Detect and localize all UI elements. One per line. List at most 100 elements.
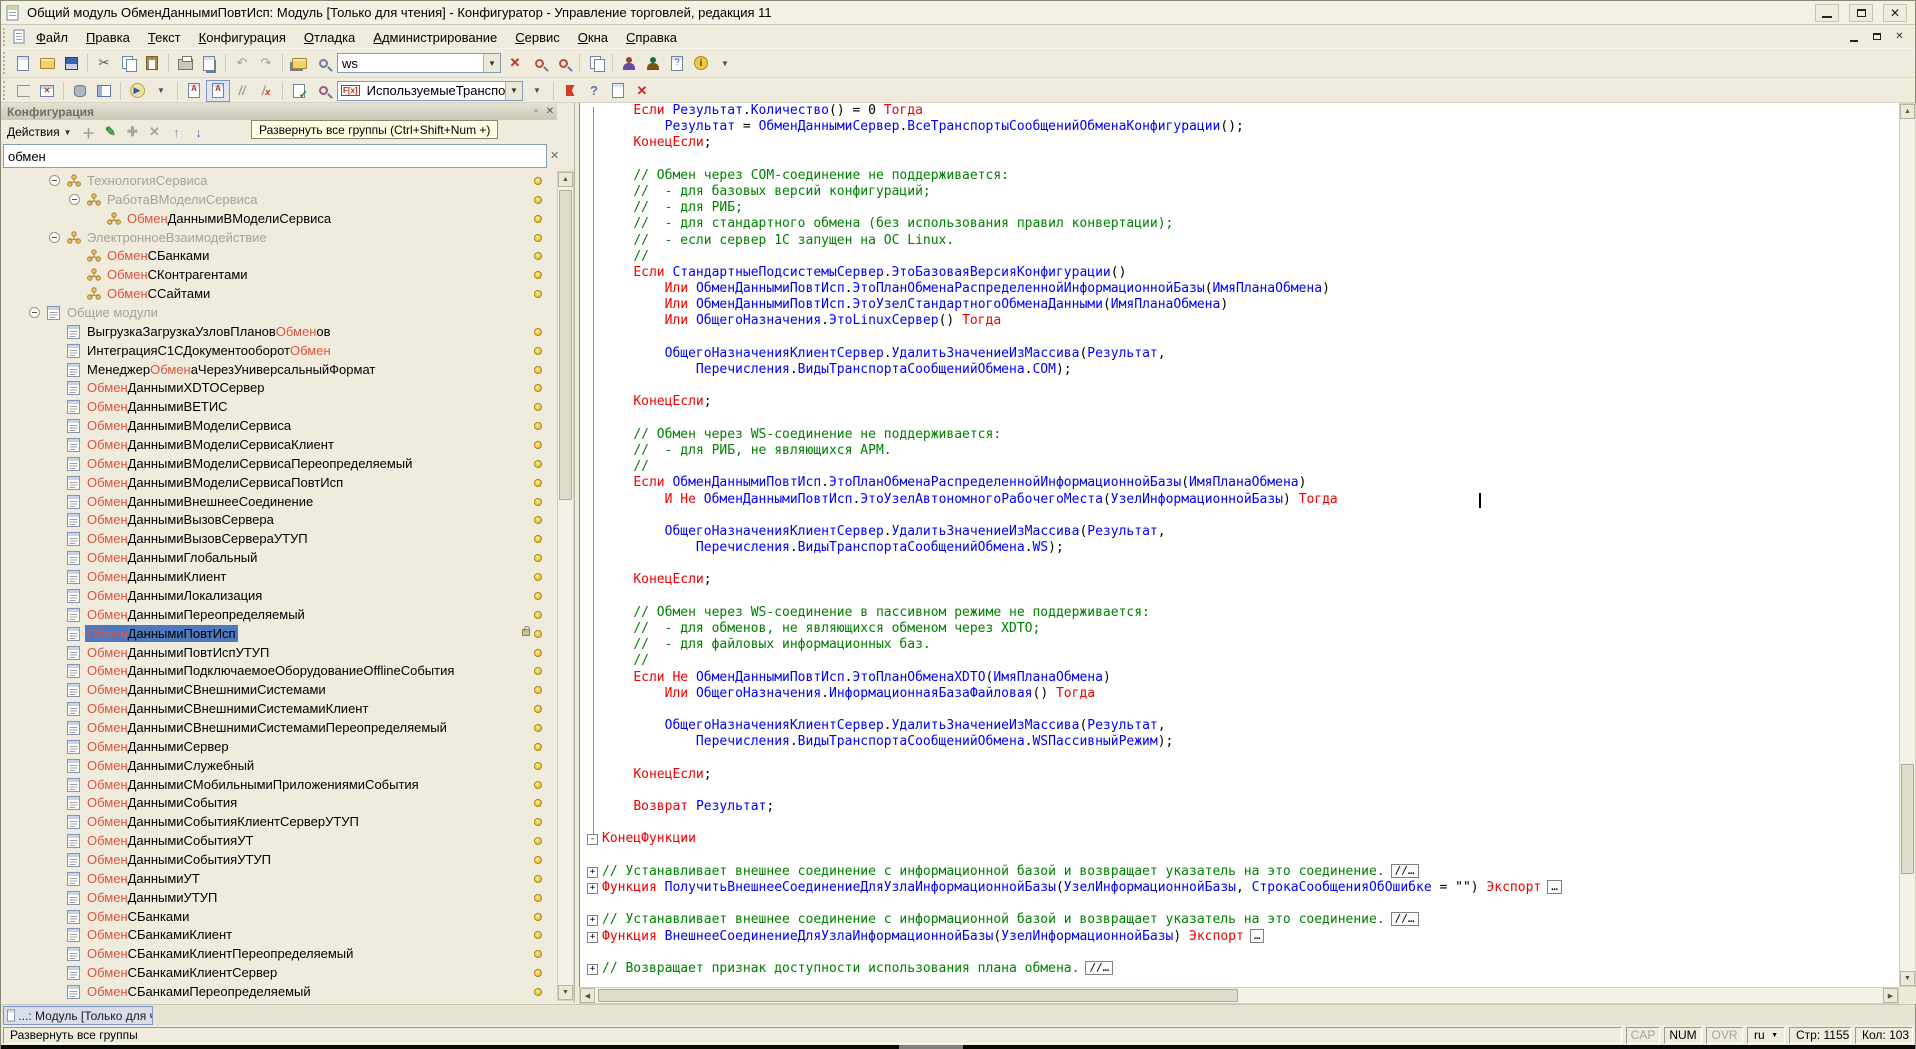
tree-item-ОбменДаннымиВнешнееСоединение[interactable]: ОбменДаннымиВнешнееСоединение bbox=[1, 492, 557, 511]
tree-item-ОбменДаннымиПовтИсп[interactable]: ОбменДаннымиПовтИсп bbox=[1, 624, 557, 643]
collapsed-block-marker[interactable]: … bbox=[1250, 929, 1265, 943]
move-down-button[interactable]: ↓ bbox=[188, 123, 210, 141]
fold-expand-icon[interactable]: + bbox=[587, 883, 598, 894]
tree-item-ОбменСБанками[interactable]: ОбменСБанками bbox=[1, 246, 557, 265]
scroll-right-icon[interactable]: ▶ bbox=[1883, 988, 1898, 1003]
scroll-left-icon[interactable]: ◀ bbox=[580, 988, 595, 1003]
menu-item-administration[interactable]: Администрирование bbox=[364, 28, 506, 47]
code-line-51[interactable]: +// Устанавливает внешнее соединение с и… bbox=[580, 912, 1899, 928]
tree-item-РаботаВМоделиСервиса[interactable]: РаботаВМоделиСервиса bbox=[1, 190, 557, 209]
tree-item-ОбменДаннымиВМоделиСервиса[interactable]: ОбменДаннымиВМоделиСервиса bbox=[1, 416, 557, 435]
child-close-button[interactable]: ✕ bbox=[1890, 29, 1909, 44]
fold-expand-icon[interactable]: + bbox=[587, 915, 598, 926]
code-line-7[interactable]: // - для РИБ; bbox=[580, 200, 1899, 216]
find-procedure-button[interactable] bbox=[311, 80, 335, 102]
tree-scrollbar-thumb[interactable] bbox=[559, 190, 572, 500]
tree-item-ОбменДаннымиУТУП[interactable]: ОбменДаннымиУТУП bbox=[1, 888, 557, 907]
tree-item-ОбменДаннымиСМобильнымиПриложениямиСобытия[interactable]: ОбменДаннымиСМобильнымиПриложениямиСобыт… bbox=[1, 775, 557, 794]
code-line-49[interactable]: +Функция ПолучитьВнешнееСоединениеДляУзл… bbox=[580, 880, 1899, 896]
code-line-16[interactable]: ОбщегоНазначенияКлиентСервер.УдалитьЗнач… bbox=[580, 346, 1899, 362]
code-line-4[interactable] bbox=[580, 152, 1899, 168]
code-line-42[interactable]: КонецЕсли; bbox=[580, 767, 1899, 783]
code-line-12[interactable]: Или ОбменДаннымиПовтИсп.ЭтоПланОбменаРас… bbox=[580, 281, 1899, 297]
scroll-up-icon[interactable]: ▲ bbox=[1900, 104, 1915, 119]
toolbar-grip[interactable] bbox=[3, 81, 9, 99]
tree-item-ОбменСБанкамиПереопределяемый[interactable]: ОбменСБанкамиПереопределяемый bbox=[1, 982, 557, 1001]
code-line-52[interactable]: +Функция ВнешнееСоединениеДляУзлаИнформа… bbox=[580, 929, 1899, 945]
code-line-17[interactable]: Перечисления.ВидыТранспортаСообщенийОбме… bbox=[580, 362, 1899, 378]
code-line-38[interactable] bbox=[580, 702, 1899, 718]
child-restore-button[interactable] bbox=[1867, 29, 1886, 44]
module-window-tab[interactable]: ...: Модуль [Только для чте... bbox=[3, 1006, 153, 1025]
tree-item-ОбменДаннымиСВнешнимиСистемамиПереопределяемый[interactable]: ОбменДаннымиСВнешнимиСистемамиПереопреде… bbox=[1, 718, 557, 737]
tree-item-ОбменДаннымиСВнешнимиСистемами[interactable]: ОбменДаннымиСВнешнимиСистемами bbox=[1, 680, 557, 699]
code-line-6[interactable]: // - для базовых версий конфигураций; bbox=[580, 184, 1899, 200]
template-a-button[interactable]: А bbox=[182, 80, 206, 102]
code-line-35[interactable]: // bbox=[580, 653, 1899, 669]
code-line-29[interactable] bbox=[580, 556, 1899, 572]
code-line-40[interactable]: Перечисления.ВидыТранспортаСообщенийОбме… bbox=[580, 734, 1899, 750]
open-button[interactable] bbox=[35, 52, 59, 74]
collapse-icon[interactable] bbox=[49, 175, 60, 186]
code-line-25[interactable]: И Не ОбменДаннымиПовтИсп.ЭтоУзелАвтономн… bbox=[580, 492, 1899, 508]
procedure-combo[interactable]: F[x] ИспользуемыеТранспортыСооб ▼ bbox=[337, 81, 523, 101]
code-line-28[interactable]: Перечисления.ВидыТранспортаСообщенийОбме… bbox=[580, 540, 1899, 556]
tree-item-ОбменСКонтрагентами[interactable]: ОбменСКонтрагентами bbox=[1, 265, 557, 284]
code-line-20[interactable] bbox=[580, 411, 1899, 427]
code-line-22[interactable]: // - для РИБ, не являющихся АРМ. bbox=[580, 443, 1899, 459]
code-line-26[interactable] bbox=[580, 508, 1899, 524]
code-vscroll-thumb[interactable] bbox=[1901, 764, 1914, 874]
tree-item-ИнтеграцияС1СДокументооборотОбмен[interactable]: ИнтеграцияС1СДокументооборотОбмен bbox=[1, 341, 557, 360]
tree-scrollbar[interactable]: ▲ ▼ bbox=[557, 171, 574, 1001]
collapse-icon[interactable] bbox=[29, 307, 40, 318]
menu-item-windows[interactable]: Окна bbox=[569, 28, 617, 47]
code-line-47[interactable] bbox=[580, 848, 1899, 864]
menu-item-help[interactable]: Справка bbox=[617, 28, 686, 47]
code-line-10[interactable]: // bbox=[580, 249, 1899, 265]
tree-item-Общие-модули[interactable]: Общие модули bbox=[1, 303, 557, 322]
tree-item-ОбменДаннымиСобытияУТУП[interactable]: ОбменДаннымиСобытияУТУП bbox=[1, 850, 557, 869]
code-line-21[interactable]: // Обмен через WS-соединение не поддержи… bbox=[580, 427, 1899, 443]
redo-button[interactable]: ↷ bbox=[254, 52, 278, 74]
fold-collapse-icon[interactable]: - bbox=[587, 834, 598, 845]
fold-expand-icon[interactable]: + bbox=[587, 867, 598, 878]
code-hscroll-thumb[interactable] bbox=[598, 989, 1238, 1002]
delete-red-button[interactable]: ✕ bbox=[630, 80, 654, 102]
pin-panel-icon[interactable]: ▫ bbox=[529, 106, 543, 117]
menu-item-service[interactable]: Сервис bbox=[506, 28, 569, 47]
clear-search-button[interactable]: ✕ bbox=[503, 52, 527, 74]
menu-item-configuration[interactable]: Конфигурация bbox=[190, 28, 295, 47]
collapsed-block-marker[interactable]: //… bbox=[1391, 864, 1419, 878]
tree-item-ОбменСБанкамиКлиент[interactable]: ОбменСБанкамиКлиент bbox=[1, 925, 557, 944]
help-question-button[interactable]: ? bbox=[582, 80, 606, 102]
toolbar-grip[interactable] bbox=[3, 52, 9, 74]
template-b-button[interactable]: А bbox=[206, 80, 230, 102]
maximize-button[interactable] bbox=[1849, 4, 1873, 22]
comment-block-button[interactable]: // bbox=[230, 80, 254, 102]
scroll-down-icon[interactable]: ▼ bbox=[558, 985, 573, 1000]
code-line-3[interactable]: КонецЕсли; bbox=[580, 135, 1899, 151]
tree-item-ОбменДаннымиСобытияУТ[interactable]: ОбменДаннымиСобытияУТ bbox=[1, 831, 557, 850]
help-contents-button[interactable]: ? bbox=[665, 52, 689, 74]
copy-button[interactable] bbox=[116, 52, 140, 74]
tree-item-ОбменСБанкамиКлиентСервер[interactable]: ОбменСБанкамиКлиентСервер bbox=[1, 963, 557, 982]
fold-expand-icon[interactable]: + bbox=[587, 964, 598, 975]
tree-item-ОбменДаннымиГлобальный[interactable]: ОбменДаннымиГлобальный bbox=[1, 548, 557, 567]
code-line-19[interactable]: КонецЕсли; bbox=[580, 394, 1899, 410]
title-bar[interactable]: Общий модуль ОбменДаннымиПовтИсп: Модуль… bbox=[1, 1, 1915, 25]
copy-window-button[interactable] bbox=[584, 52, 608, 74]
collapsed-block-marker[interactable]: //… bbox=[1085, 961, 1113, 975]
language-selector[interactable]: ru▼ bbox=[1747, 1027, 1785, 1044]
code-line-2[interactable]: Результат = ОбменДаннымиСервер.ВсеТрансп… bbox=[580, 119, 1899, 135]
code-line-5[interactable]: // Обмен через COM-соединение не поддерж… bbox=[580, 168, 1899, 184]
tree-item-ОбменДаннымиПереопределяемый[interactable]: ОбменДаннымиПереопределяемый bbox=[1, 605, 557, 624]
find-previous-button[interactable] bbox=[551, 52, 575, 74]
module-code-editor[interactable]: Если Результат.Количество() = 0 Тогда Ре… bbox=[579, 103, 1899, 987]
chevron-down-icon[interactable]: ▼ bbox=[505, 82, 522, 100]
code-line-11[interactable]: Если СтандартныеПодсистемыСервер.ЭтоБазо… bbox=[580, 265, 1899, 281]
code-line-36[interactable]: Если Не ОбменДаннымиПовтИсп.ЭтоПланОбмен… bbox=[580, 670, 1899, 686]
collapse-icon[interactable] bbox=[49, 232, 60, 243]
code-line-13[interactable]: Или ОбменДаннымиПовтИсп.ЭтоУзелСтандартн… bbox=[580, 297, 1899, 313]
tree-item-ОбменДаннымиЛокализация[interactable]: ОбменДаннымиЛокализация bbox=[1, 586, 557, 605]
tree-item-ОбменСБанкамиКлиентПереопределяемый[interactable]: ОбменСБанкамиКлиентПереопределяемый bbox=[1, 944, 557, 963]
